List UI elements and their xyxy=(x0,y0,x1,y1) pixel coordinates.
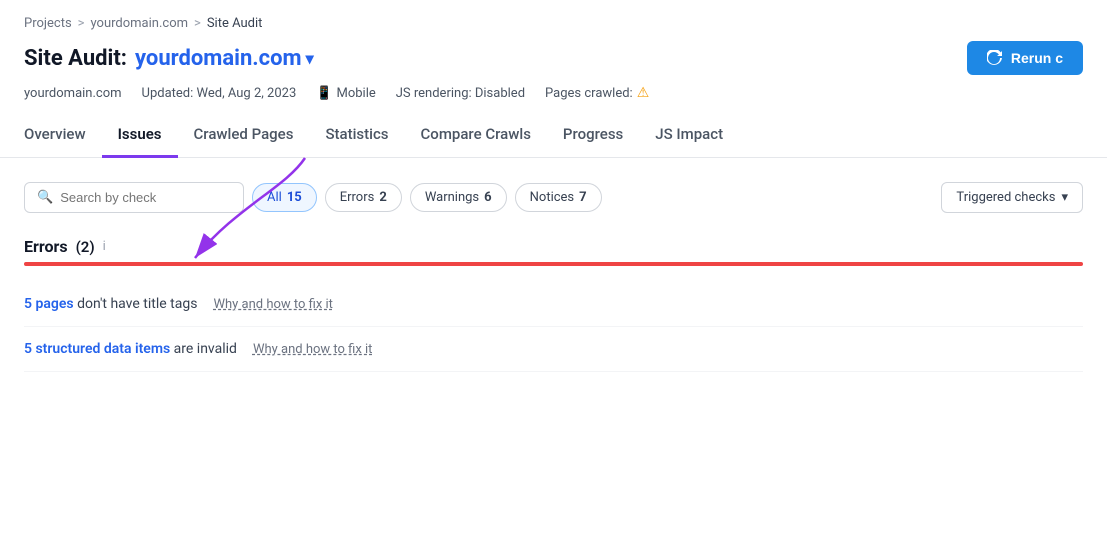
rerun-label: Rerun c xyxy=(1011,50,1063,66)
tab-overview[interactable]: Overview xyxy=(24,115,102,158)
breadcrumb-sep-1: > xyxy=(78,16,85,31)
meta-pages-crawled: Pages crawled: ⚠ xyxy=(545,85,649,101)
tab-js-impact[interactable]: JS Impact xyxy=(639,115,739,158)
page-title-row: Site Audit: yourdomain.com ▾ Rerun c xyxy=(24,41,1083,75)
error-bar xyxy=(24,262,1083,266)
rerun-icon xyxy=(987,50,1003,66)
filters-row: 🔍 All 15 Errors 2 Warnings 6 Notices 7 T… xyxy=(24,182,1083,213)
tab-statistics[interactable]: Statistics xyxy=(309,115,404,158)
domain-link[interactable]: yourdomain.com ▾ xyxy=(135,46,314,71)
issue-row: 5 pages don't have title tags Why and ho… xyxy=(24,282,1083,327)
nav-tabs: Overview Issues Crawled Pages Statistics… xyxy=(0,115,1107,158)
meta-js-rendering: JS rendering: Disabled xyxy=(396,86,525,101)
filter-all[interactable]: All 15 xyxy=(252,183,317,212)
tab-progress[interactable]: Progress xyxy=(547,115,639,158)
search-box[interactable]: 🔍 xyxy=(24,182,244,213)
breadcrumb: Projects > yourdomain.com > Site Audit xyxy=(24,16,1083,31)
breadcrumb-current: Site Audit xyxy=(207,16,263,31)
issue-1-text: 5 pages don't have title tags xyxy=(24,296,197,312)
domain-name: yourdomain.com xyxy=(135,46,302,71)
filter-warnings[interactable]: Warnings 6 xyxy=(410,183,507,212)
filter-warnings-label: Warnings xyxy=(425,190,479,205)
triggered-checks-button[interactable]: Triggered checks ▾ xyxy=(941,182,1083,213)
search-icon: 🔍 xyxy=(37,190,53,205)
triggered-checks-label: Triggered checks xyxy=(956,190,1055,205)
issue-2-fix-link[interactable]: Why and how to fix it xyxy=(253,342,373,357)
filter-notices[interactable]: Notices 7 xyxy=(515,183,602,212)
meta-updated: Updated: Wed, Aug 2, 2023 xyxy=(142,86,297,101)
content-area: 🔍 All 15 Errors 2 Warnings 6 Notices 7 T… xyxy=(0,158,1107,372)
issue-2-desc: are invalid xyxy=(174,341,237,357)
tab-issues[interactable]: Issues xyxy=(102,115,178,158)
filter-warnings-count: 6 xyxy=(484,190,491,205)
errors-section-header: Errors (2) i xyxy=(24,237,1083,256)
tab-crawled-pages[interactable]: Crawled Pages xyxy=(178,115,310,158)
issue-row: 5 structured data items are invalid Why … xyxy=(24,327,1083,372)
chevron-down-icon: ▾ xyxy=(306,49,314,68)
filter-all-label: All xyxy=(267,190,282,205)
filter-all-count: 15 xyxy=(287,190,302,205)
mobile-icon: 📱 xyxy=(316,86,332,101)
issue-1-count-link[interactable]: 5 pages xyxy=(24,296,74,312)
tab-compare-crawls[interactable]: Compare Crawls xyxy=(405,115,547,158)
page-title-static: Site Audit: xyxy=(24,46,127,71)
meta-row: yourdomain.com Updated: Wed, Aug 2, 2023… xyxy=(24,85,1083,101)
triggered-chevron-icon: ▾ xyxy=(1061,190,1068,205)
filter-errors-label: Errors xyxy=(340,190,375,205)
filter-notices-count: 7 xyxy=(579,190,586,205)
errors-section-title: Errors xyxy=(24,237,68,256)
meta-device: 📱 Mobile xyxy=(316,86,375,101)
issue-1-desc: don't have title tags xyxy=(77,296,197,312)
issue-2-count-link[interactable]: 5 structured data items xyxy=(24,341,170,357)
errors-section-count: (2) xyxy=(76,238,95,256)
annotation-arrow xyxy=(155,148,335,278)
rerun-button[interactable]: Rerun c xyxy=(967,41,1083,75)
search-input[interactable] xyxy=(60,190,231,205)
warning-icon: ⚠ xyxy=(637,85,650,101)
issue-2-text: 5 structured data items are invalid xyxy=(24,341,237,357)
issue-1-fix-link[interactable]: Why and how to fix it xyxy=(213,297,333,312)
meta-domain: yourdomain.com xyxy=(24,86,122,101)
breadcrumb-domain[interactable]: yourdomain.com xyxy=(90,16,188,31)
info-icon[interactable]: i xyxy=(103,239,106,254)
filter-errors-count: 2 xyxy=(379,190,386,205)
filter-errors[interactable]: Errors 2 xyxy=(325,183,402,212)
filter-notices-label: Notices xyxy=(530,190,575,205)
breadcrumb-projects[interactable]: Projects xyxy=(24,16,72,31)
page-title: Site Audit: yourdomain.com ▾ xyxy=(24,46,314,71)
breadcrumb-sep-2: > xyxy=(194,16,201,31)
